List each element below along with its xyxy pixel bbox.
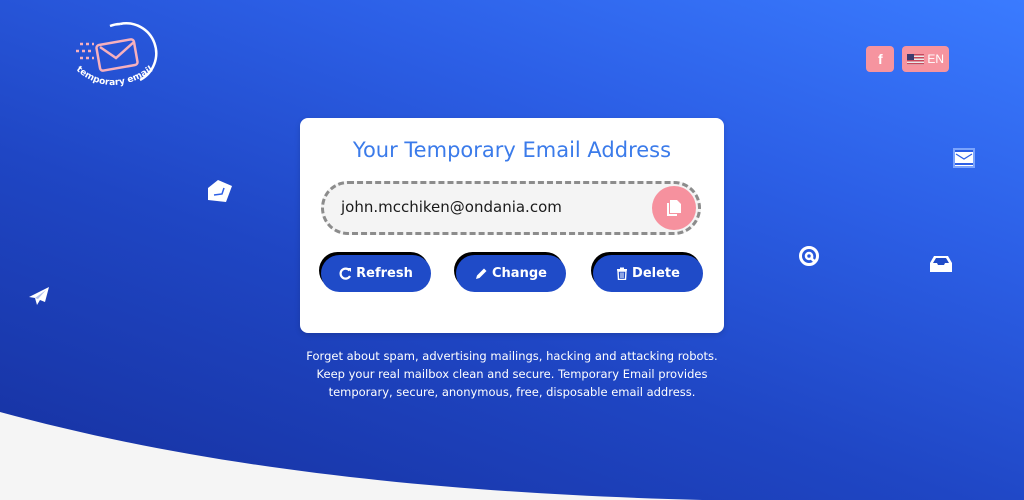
description-line: Forget about spam, advertising mailings,…	[306, 349, 718, 363]
delete-label: Delete	[632, 266, 680, 281]
description-line: Keep your real mailbox clean and secure.…	[316, 367, 708, 381]
at-sign-icon	[799, 246, 819, 266]
trash-icon	[617, 267, 628, 280]
email-card: Your Temporary Email Address john.mcchik…	[300, 118, 724, 333]
language-selector[interactable]: EN	[902, 46, 949, 72]
envelope-icon	[953, 148, 975, 168]
copy-icon	[667, 200, 681, 216]
logo[interactable]: temporary email	[70, 18, 160, 96]
change-button[interactable]: Change	[456, 255, 566, 292]
refresh-label: Refresh	[356, 266, 413, 281]
facebook-button[interactable]: f	[866, 46, 895, 72]
open-envelope-icon	[208, 180, 232, 202]
paper-plane-icon	[29, 287, 49, 305]
copy-button[interactable]	[652, 186, 696, 230]
refresh-icon	[339, 267, 352, 280]
us-flag-icon	[907, 53, 925, 65]
inbox-icon	[930, 256, 952, 272]
envelope-speed-icon: temporary email	[74, 22, 158, 88]
language-label: EN	[927, 52, 944, 66]
facebook-icon: f	[877, 51, 883, 67]
card-title: Your Temporary Email Address	[352, 138, 672, 162]
delete-button[interactable]: Delete	[593, 255, 703, 292]
description: Forget about spam, advertising mailings,…	[262, 347, 762, 401]
refresh-button[interactable]: Refresh	[321, 255, 431, 292]
email-address-value[interactable]: john.mcchiken@ondania.com	[341, 198, 562, 216]
description-line: temporary, secure, anonymous, free, disp…	[328, 385, 696, 399]
pencil-icon	[476, 268, 487, 279]
email-address-field[interactable]: john.mcchiken@ondania.com	[321, 181, 701, 235]
header-actions: f EN	[866, 46, 949, 72]
change-label: Change	[492, 266, 547, 281]
